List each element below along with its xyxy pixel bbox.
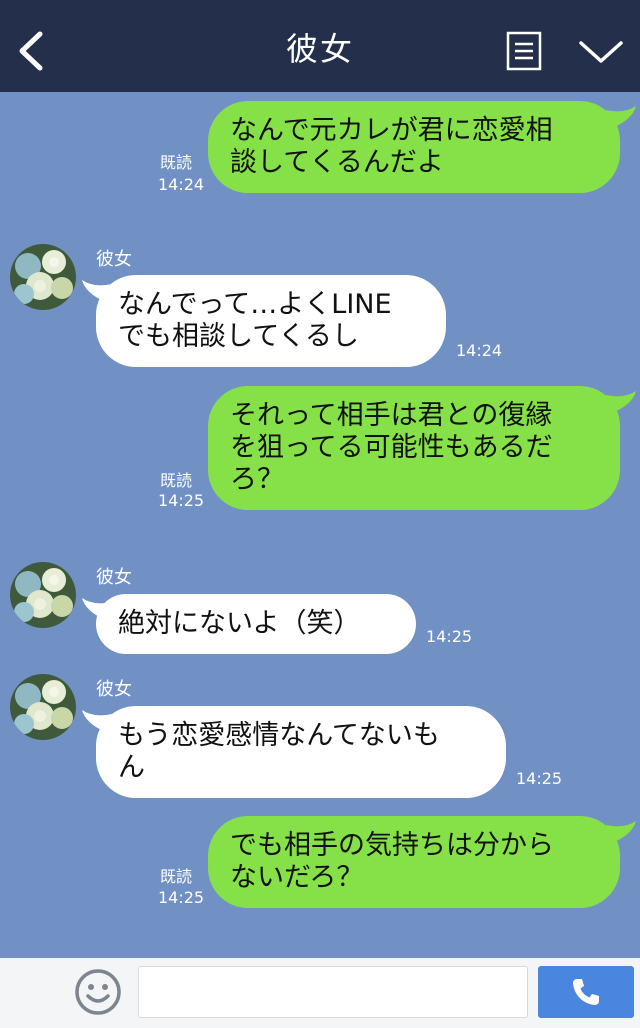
- message-text-line: なんでって…よくLINE: [118, 289, 392, 320]
- message-text-line: もう恋愛感情なんてないも: [118, 720, 440, 751]
- message-time: 14:25: [516, 769, 563, 788]
- message-text-line: でも相談してくるし: [118, 321, 359, 352]
- call-button[interactable]: [538, 966, 634, 1018]
- message-time: 14:25: [158, 491, 205, 510]
- message-time: 14:25: [426, 627, 473, 646]
- message-text-line: ろ？: [230, 464, 284, 495]
- rose-bouquet-icon: [10, 674, 76, 740]
- message-text-line: ないだろ？: [230, 862, 364, 893]
- chat-header: 彼女: [0, 0, 640, 92]
- rose-bouquet-icon: [10, 244, 76, 310]
- chat-title: 彼女: [285, 30, 354, 68]
- message-bubble[interactable]: でも相手の気持ちは分から ないだろ？: [208, 816, 620, 908]
- bubble-tail: [606, 391, 636, 413]
- message-time: 14:24: [456, 341, 503, 360]
- bubble-tail: [606, 821, 636, 843]
- message-time: 14:25: [158, 888, 205, 907]
- avatar[interactable]: [10, 674, 76, 740]
- message-bubble[interactable]: 絶対にないよ（笑）: [96, 594, 416, 654]
- message-text-line: ん: [118, 752, 145, 783]
- sender-name: 彼女: [96, 567, 132, 588]
- bubble-tail: [606, 106, 636, 128]
- message-list[interactable]: なんで元カレが君に恋愛相 談してくるんだよ 既読 14:24 彼女 なんでって……: [0, 92, 640, 958]
- message-bubble[interactable]: なんで元カレが君に恋愛相 談してくるんだよ: [208, 101, 620, 193]
- avatar[interactable]: [10, 244, 76, 310]
- message-text-line: 絶対にないよ（笑）: [118, 608, 361, 639]
- chevron-down-icon[interactable]: [578, 38, 624, 66]
- read-receipt: 既読: [160, 153, 193, 172]
- message-bubble[interactable]: もう恋愛感情なんてないも ん: [96, 706, 506, 798]
- smiley-icon[interactable]: [74, 968, 122, 1016]
- sender-name: 彼女: [96, 679, 132, 700]
- rose-bouquet-icon: [10, 562, 76, 628]
- read-receipt: 既読: [160, 471, 193, 490]
- message-text-line: それって相手は君との復縁: [230, 400, 553, 431]
- message-text-line: を狙ってる可能性もあるだ: [230, 432, 553, 463]
- message-text-line: なんで元カレが君に恋愛相: [230, 115, 553, 146]
- message-text-line: 談してくるんだよ: [230, 147, 444, 178]
- avatar[interactable]: [10, 562, 76, 628]
- message-text-line: でも相手の気持ちは分から: [230, 830, 554, 861]
- message-input[interactable]: [138, 966, 528, 1018]
- message-bubble[interactable]: なんでって…よくLINE でも相談してくるし: [96, 275, 446, 367]
- message-bubble[interactable]: それって相手は君との復縁 を狙ってる可能性もあるだ ろ？: [208, 386, 620, 510]
- list-icon[interactable]: [506, 31, 542, 71]
- read-receipt: 既読: [160, 867, 193, 886]
- message-time: 14:24: [158, 175, 205, 194]
- sender-name: 彼女: [96, 249, 132, 270]
- phone-icon: [573, 979, 599, 1005]
